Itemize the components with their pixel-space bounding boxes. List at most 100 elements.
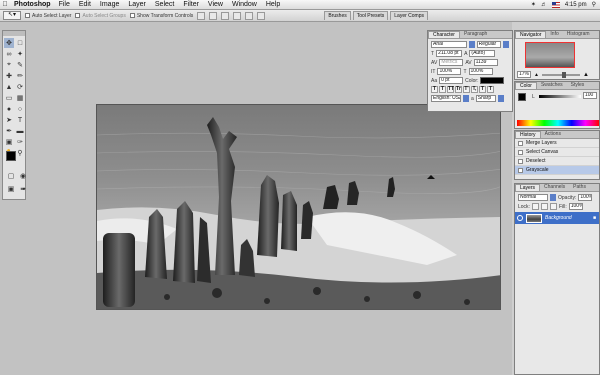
well-tab-tool-presets[interactable]: Tool Presets [352, 11, 389, 20]
history-item[interactable]: Merge Layers [515, 139, 599, 148]
quick-mask-mode-icon[interactable]: ◉ [18, 171, 28, 181]
history-item[interactable]: Deselect [515, 157, 599, 166]
auto-select-layer-checkbox[interactable]: Auto Select Layer [25, 13, 71, 19]
brush-tool-icon[interactable]: ✏ [15, 71, 25, 81]
input-language-flag-icon[interactable] [551, 1, 560, 8]
tab-swatches[interactable]: Swatches [537, 82, 567, 89]
tab-info[interactable]: Info [546, 31, 562, 38]
blend-mode-dropdown-icon[interactable] [550, 194, 556, 201]
eyedropper-tool-icon[interactable]: ✑ [15, 137, 25, 147]
menu-file[interactable]: File [59, 1, 70, 8]
text-color-swatch[interactable] [480, 77, 505, 84]
horizontal-scale-field[interactable]: 100% [468, 68, 493, 75]
align-bottom-button[interactable] [221, 11, 230, 20]
zoom-out-icon[interactable]: ▲ [534, 72, 539, 78]
menu-image[interactable]: Image [100, 1, 119, 8]
zoom-tool-icon[interactable]: ⚲ [15, 148, 25, 158]
jump-to-imageready-icon[interactable]: ➠ [18, 184, 28, 194]
small-caps-button[interactable]: Tr [455, 86, 462, 93]
font-family-dropdown-icon[interactable] [469, 41, 475, 48]
blur-tool-icon[interactable]: ● [4, 104, 14, 114]
clock[interactable]: 4:15 pm [565, 2, 587, 8]
subscript-button[interactable]: T, [471, 86, 478, 93]
font-size-field[interactable]: 211.08 pt [436, 50, 463, 57]
slice-tool-icon[interactable]: ✎ [15, 60, 25, 70]
tab-color[interactable]: Color [515, 82, 537, 89]
align-right-button[interactable] [257, 11, 266, 20]
app-menu[interactable]: Photoshop [14, 1, 51, 8]
menu-window[interactable]: Window [232, 1, 257, 8]
kerning-field[interactable]: Metrics [439, 59, 464, 66]
dodge-tool-icon[interactable]: ○ [15, 104, 25, 114]
well-tab-brushes[interactable]: Brushes [324, 11, 351, 20]
antialias-select[interactable]: Sharp [475, 95, 496, 102]
history-item[interactable]: Select Canvas [515, 148, 599, 157]
tracking-field[interactable]: 1139 [473, 59, 498, 66]
eraser-tool-icon[interactable]: ▭ [4, 93, 14, 103]
tab-paragraph[interactable]: Paragraph [460, 31, 491, 38]
tab-navigator[interactable]: Navigator [515, 31, 547, 38]
tab-histogram[interactable]: Histogram [563, 31, 594, 38]
language-dropdown-icon[interactable] [463, 95, 469, 102]
color-ramp[interactable] [517, 120, 599, 126]
notes-tool-icon[interactable]: ▣ [4, 137, 14, 147]
font-style-dropdown-icon[interactable] [503, 41, 509, 48]
channel-value-field[interactable]: 100 [583, 92, 597, 99]
lock-position-icon[interactable] [549, 203, 557, 210]
pen-tool-icon[interactable]: ✒ [4, 126, 14, 136]
path-selection-tool-icon[interactable]: ➤ [4, 115, 14, 125]
tab-actions[interactable]: Actions [541, 131, 565, 138]
superscript-button[interactable]: T' [463, 86, 470, 93]
menu-layer[interactable]: Layer [128, 1, 146, 8]
lasso-tool-icon[interactable]: ∞ [4, 49, 14, 59]
lock-transparency-icon[interactable] [531, 203, 539, 210]
history-item-selected[interactable]: Grayscale [515, 166, 599, 175]
bluetooth-icon[interactable]: ✶ [531, 1, 536, 8]
spotlight-icon[interactable]: ⚲ [592, 1, 596, 8]
fill-field[interactable]: 100% [568, 203, 583, 210]
leading-field[interactable]: (Auto) [469, 50, 496, 57]
history-brush-tool-icon[interactable]: ⟳ [15, 82, 25, 92]
color-foreground-swatch[interactable] [518, 93, 526, 101]
well-tab-layer-comps[interactable]: Layer Comps [390, 11, 428, 20]
navigator-zoom-field[interactable]: 17% [517, 71, 531, 78]
gradient-tool-icon[interactable]: ▦ [15, 93, 25, 103]
blend-mode-select[interactable]: Normal [518, 194, 548, 201]
screen-mode-icon[interactable]: ▣ [6, 184, 16, 194]
align-left-button[interactable] [233, 11, 242, 20]
marquee-tool-icon[interactable]: □ [15, 38, 25, 48]
zoom-in-icon[interactable]: ▲ [583, 72, 589, 78]
faux-italic-button[interactable]: T [439, 86, 446, 93]
healing-brush-tool-icon[interactable]: ✚ [4, 71, 14, 81]
tab-character[interactable]: Character [428, 31, 460, 38]
clone-stamp-tool-icon[interactable]: ▲ [4, 82, 14, 92]
menu-edit[interactable]: Edit [79, 1, 91, 8]
menu-view[interactable]: View [208, 1, 223, 8]
tab-channels[interactable]: Channels [540, 184, 569, 191]
magic-wand-tool-icon[interactable]: ✦ [15, 49, 25, 59]
document-canvas[interactable] [96, 104, 501, 310]
align-center-button[interactable] [245, 11, 254, 20]
auto-select-groups-checkbox[interactable]: Auto Select Groups [75, 13, 126, 19]
apple-menu-icon[interactable]:  [0, 1, 10, 8]
tab-history[interactable]: History [515, 131, 541, 138]
font-family-select[interactable]: Arial [431, 41, 467, 48]
lightness-slider[interactable] [539, 95, 581, 98]
all-caps-button[interactable]: TT [447, 86, 454, 93]
crop-tool-icon[interactable]: ⌖ [4, 60, 14, 70]
align-middle-button[interactable] [209, 11, 218, 20]
faux-bold-button[interactable]: T [431, 86, 438, 93]
vertical-scale-field[interactable]: 100% [437, 68, 462, 75]
language-select[interactable]: English: USA [431, 95, 461, 102]
underline-button[interactable]: T [479, 86, 486, 93]
navigator-thumbnail[interactable] [525, 42, 575, 68]
strikethrough-button[interactable]: T [487, 86, 494, 93]
tab-styles[interactable]: Styles [567, 82, 589, 89]
shape-tool-icon[interactable]: ▬ [15, 126, 25, 136]
zoom-slider[interactable] [541, 71, 580, 78]
menu-filter[interactable]: Filter [183, 1, 199, 8]
volume-icon[interactable]: ♬ [541, 2, 547, 8]
tab-layers[interactable]: Layers [515, 184, 541, 191]
menu-help[interactable]: Help [266, 1, 280, 8]
align-top-button[interactable] [197, 11, 206, 20]
